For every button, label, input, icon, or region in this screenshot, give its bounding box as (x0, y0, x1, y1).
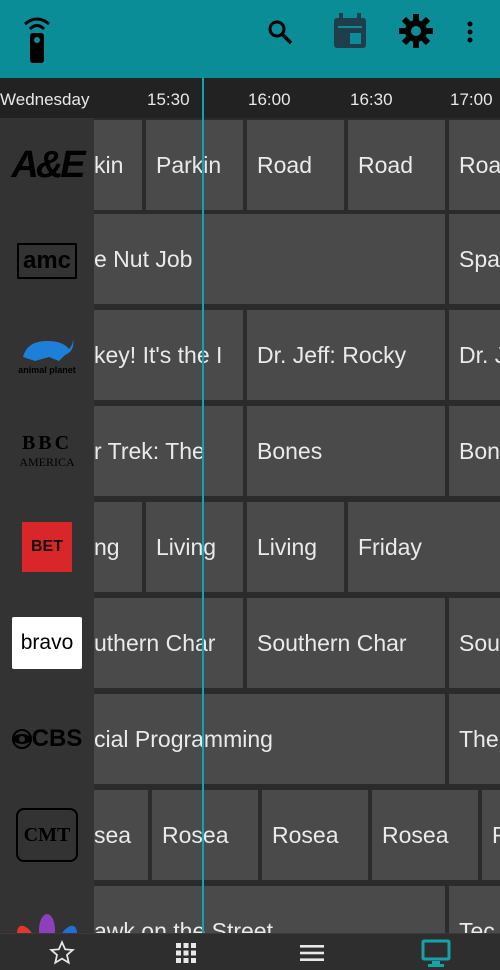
time-label: 15:30 (147, 90, 190, 109)
program-cell[interactable]: cial Programming (94, 694, 445, 784)
program-cell[interactable]: Sou (449, 598, 500, 688)
channel-logo-text: amc (16, 243, 78, 279)
channel-logo-text: BBC (21, 432, 73, 454)
bottom-navigation (0, 933, 500, 970)
grid-apps-icon[interactable] (156, 934, 216, 970)
program-cell[interactable]: e Nut Job (94, 214, 445, 304)
cbs-eye-icon (11, 729, 32, 749)
program-cell[interactable]: Road (348, 120, 445, 210)
program-cell[interactable]: Friday (348, 502, 500, 592)
channel-logo-nbc[interactable] (0, 888, 94, 933)
program-cell[interactable]: Tec (449, 886, 500, 933)
program-cell[interactable]: uthern Char (94, 598, 243, 688)
gear-icon[interactable] (393, 8, 439, 54)
channel-logo-text: A&E (11, 143, 85, 186)
channel-logo-bbc-america[interactable]: BBC AMERICA (0, 404, 94, 498)
channel-logo-text: CMT (23, 823, 71, 846)
channel-logo-bet[interactable]: BET (0, 500, 94, 594)
more-vert-icon[interactable] (455, 12, 485, 52)
program-cell[interactable]: sea (94, 790, 148, 880)
program-cell[interactable]: Rosea (152, 790, 258, 880)
program-cell[interactable]: Bon (449, 406, 500, 496)
program-cell[interactable]: R (482, 790, 500, 880)
channel-logo-text: animal planet (18, 365, 76, 375)
channel-logo-text: bravo (20, 631, 74, 654)
program-cell[interactable]: Rosea (372, 790, 478, 880)
program-grid: kin Parkin Road Road Roa e Nut Job Spa k… (94, 118, 500, 933)
program-cell[interactable]: kin (94, 120, 142, 210)
program-cell[interactable]: Southern Char (247, 598, 445, 688)
program-cell[interactable]: Bones (247, 406, 445, 496)
peacock-icon (17, 914, 77, 933)
program-cell[interactable]: Living (247, 502, 344, 592)
program-cell[interactable]: Road (247, 120, 344, 210)
elephant-icon (23, 339, 74, 361)
channel-logo-cmt[interactable]: CMT (0, 788, 94, 882)
channel-logo-column: A&E amc animal planet BBC AMERICA BET br… (0, 118, 94, 933)
program-cell[interactable]: Rosea (262, 790, 368, 880)
app-toolbar (0, 0, 500, 78)
program-cell[interactable]: Roa (449, 120, 500, 210)
list-menu-icon[interactable] (282, 934, 342, 970)
time-label: 17:00 (450, 90, 493, 109)
program-cell[interactable]: Dr. J (449, 310, 500, 400)
channel-logo-cbs[interactable]: CBS (0, 692, 94, 786)
program-cell[interactable]: Spa (449, 214, 500, 304)
program-cell[interactable]: Living (146, 502, 243, 592)
time-label: 16:00 (248, 90, 291, 109)
channel-logo-amc[interactable]: amc (0, 214, 94, 308)
favorites-star-icon[interactable] (32, 934, 92, 970)
program-cell[interactable]: Parkin (146, 120, 243, 210)
program-cell[interactable]: Dr. Jeff: Rocky (247, 310, 445, 400)
program-cell[interactable]: r Trek: The (94, 406, 243, 496)
channel-logo-text: AMERICA (19, 455, 75, 469)
channel-logo-bravo[interactable]: bravo (0, 596, 94, 690)
tv-guide-icon[interactable] (406, 934, 466, 970)
calendar-icon[interactable] (327, 10, 373, 52)
program-cell[interactable]: key! It's the I (94, 310, 243, 400)
remote-icon[interactable] (14, 8, 60, 68)
channel-logo-text: BET (31, 538, 63, 555)
search-icon[interactable] (260, 14, 300, 50)
program-cell[interactable]: The (449, 694, 500, 784)
time-ruler: Wednesday 15:30 16:00 16:30 17:00 (0, 78, 500, 118)
program-cell[interactable]: awk on the Street (94, 886, 445, 933)
day-label: Wednesday (0, 90, 90, 109)
program-cell[interactable]: ng (94, 502, 142, 592)
channel-logo-text: CBS (31, 725, 83, 752)
channel-logo-animal-planet[interactable]: animal planet (0, 308, 94, 402)
time-label: 16:30 (350, 90, 393, 109)
current-time-indicator (202, 78, 204, 933)
channel-logo-ae[interactable]: A&E (0, 118, 94, 212)
